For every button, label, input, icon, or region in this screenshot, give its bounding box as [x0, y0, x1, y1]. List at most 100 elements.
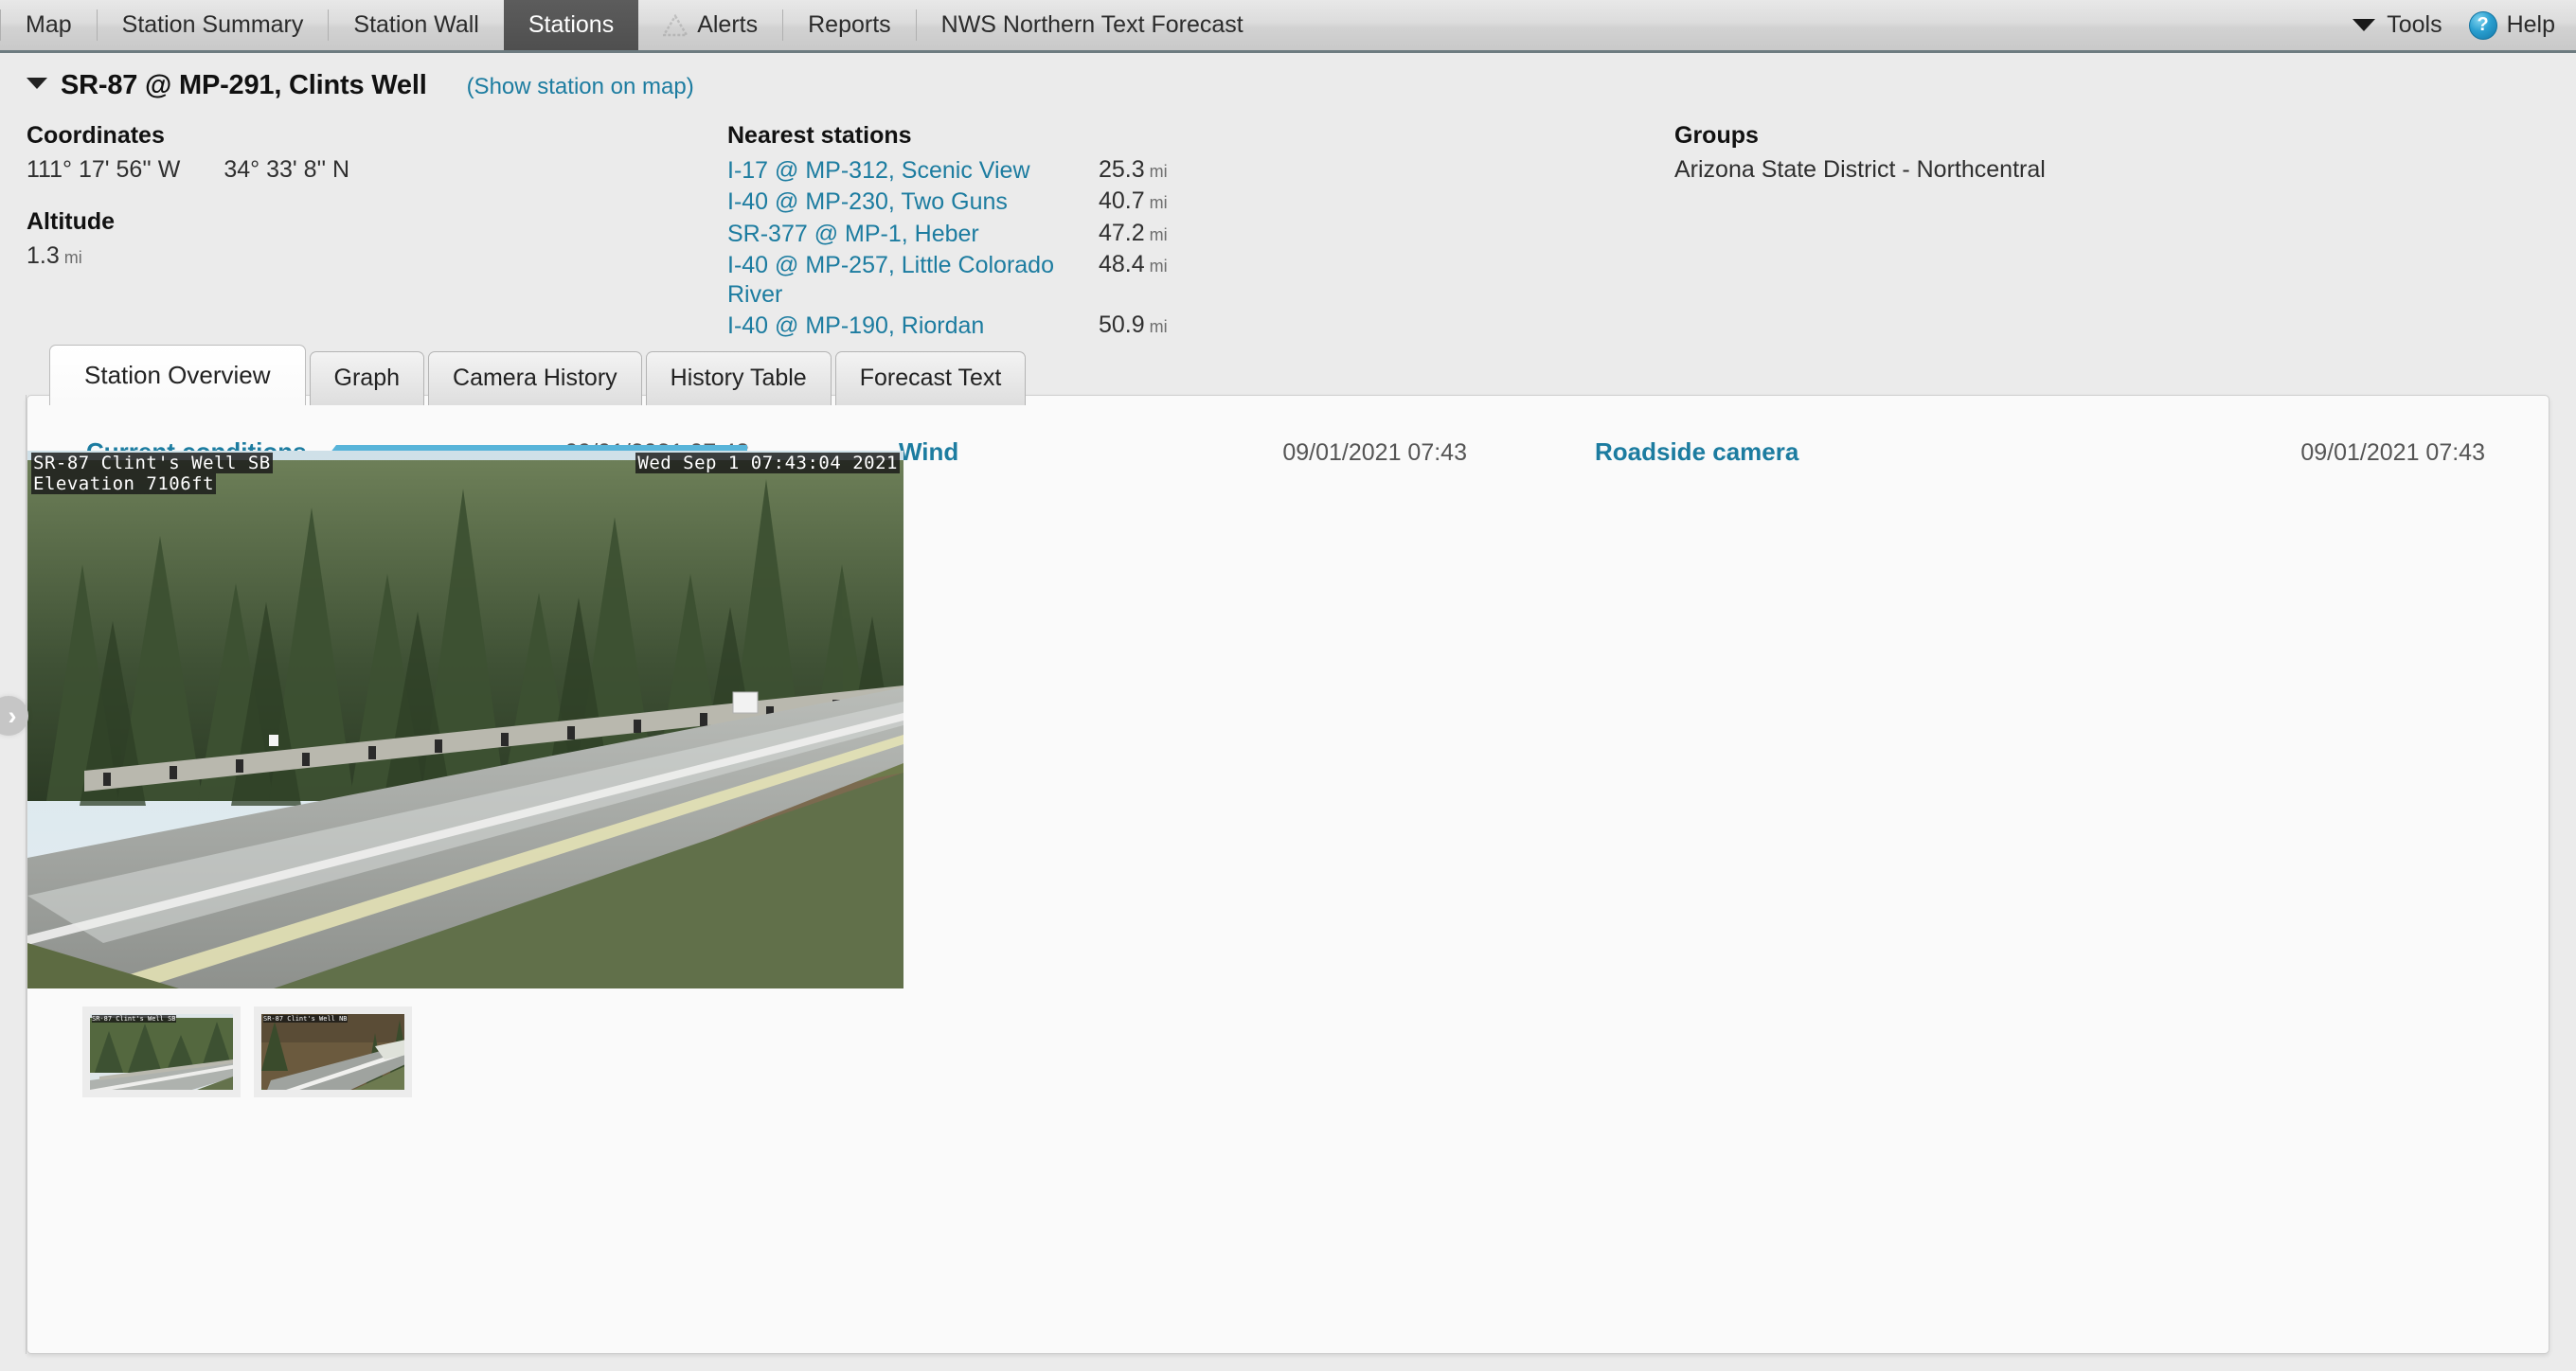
nearest-station-distance: 40.7 mi: [1087, 187, 1168, 215]
wind-title: Wind: [899, 437, 958, 467]
nav-label: Reports: [808, 11, 891, 39]
distance-unit: mi: [1150, 317, 1168, 336]
distance-unit: mi: [1150, 257, 1168, 276]
nav-item-nws-forecast[interactable]: NWS Northern Text Forecast: [917, 0, 1268, 50]
nearest-station-distance: 50.9 mi: [1087, 312, 1168, 339]
altitude-label: Altitude: [27, 208, 727, 236]
camera-overlay-timestamp: Wed Sep 1 07:43:04 2021: [635, 453, 900, 473]
groups-label: Groups: [1674, 122, 2046, 150]
chevron-down-icon: [2352, 19, 2375, 31]
latitude-value: 34° 33' 8'' N: [224, 156, 349, 184]
groups-column: Groups Arizona State District - Northcen…: [1674, 122, 2046, 344]
distance-value: 47.2: [1099, 220, 1145, 246]
nearest-station-link[interactable]: I-40 @ MP-230, Two Guns: [727, 187, 1087, 217]
longitude-value: 111° 17' 56'' W: [27, 156, 180, 184]
tab-label: Graph: [334, 365, 400, 391]
camera-scene: [27, 451, 903, 988]
camera-image[interactable]: SR-87 Clint's Well SB Elevation 7106ft W…: [27, 451, 903, 988]
wind-section: Wind 09/01/2021 07:43: [899, 437, 1486, 467]
altitude-value: 1.3: [27, 242, 60, 269]
topbar-right-group: Tools ? Help: [2328, 0, 2576, 50]
nearest-station-row: I-40 @ MP-190, Riordan 50.9 mi: [727, 312, 1674, 341]
distance-unit: mi: [1150, 225, 1168, 244]
distance-unit: mi: [1150, 193, 1168, 212]
nearest-station-link[interactable]: SR-377 @ MP-1, Heber: [727, 220, 1087, 249]
tools-menu-button[interactable]: Tools: [2328, 11, 2455, 39]
distance-unit: mi: [1150, 162, 1168, 181]
nearest-station-row: I-17 @ MP-312, Scenic View 25.3 mi: [727, 156, 1674, 186]
wind-header: Wind 09/01/2021 07:43: [899, 437, 1467, 467]
nearest-station-link[interactable]: I-40 @ MP-190, Riordan: [727, 312, 1087, 341]
roadside-camera-section: Roadside camera 09/01/2021 07:43: [1595, 437, 2485, 467]
nav-label: Station Summary: [122, 11, 304, 39]
nav-item-station-wall[interactable]: Station Wall: [329, 0, 503, 50]
station-tab-bar: Station Overview Graph Camera History Hi…: [49, 345, 1029, 405]
nav-label: Alerts: [697, 11, 758, 39]
thumbnail-overlay-text: SR-87 Clint's Well SB: [92, 1015, 176, 1023]
station-title-row: SR-87 @ MP-291, Clints Well (Show statio…: [0, 53, 2576, 101]
camera-thumbnail-strip: SR-87 Clint's Well SB SR-87 Clint's Well…: [82, 1006, 412, 1097]
tab-label: Camera History: [453, 365, 617, 391]
nearest-station-link[interactable]: I-40 @ MP-257, Little Colorado River: [727, 251, 1087, 311]
nearest-stations-label: Nearest stations: [727, 122, 1674, 150]
tab-graph[interactable]: Graph: [310, 351, 424, 405]
tab-station-overview[interactable]: Station Overview: [49, 345, 306, 405]
nearest-station-distance: 48.4 mi: [1087, 251, 1168, 278]
warning-triangle-icon: [663, 14, 688, 37]
tab-history-table[interactable]: History Table: [646, 351, 832, 405]
tools-label: Tools: [2387, 11, 2442, 39]
nearest-station-distance: 47.2 mi: [1087, 220, 1168, 247]
nav-label: Station Wall: [353, 11, 478, 39]
coordinates-label: Coordinates: [27, 122, 727, 150]
sidebar-expand-handle[interactable]: ›: [0, 696, 28, 736]
nearest-stations-column: Nearest stations I-17 @ MP-312, Scenic V…: [727, 122, 1674, 344]
coordinates-column: Coordinates 111° 17' 56'' W 34° 33' 8'' …: [27, 122, 727, 344]
chevron-right-icon: ›: [9, 703, 17, 729]
collapse-triangle-icon[interactable]: [27, 78, 47, 89]
thumbnail-overlay-text: SR-87 Clint's Well NB: [263, 1015, 348, 1023]
help-label: Help: [2507, 11, 2555, 39]
top-navigation-bar: Map Station Summary Station Wall Station…: [0, 0, 2576, 53]
show-station-on-map-link[interactable]: (Show station on map): [467, 74, 694, 100]
page-title: SR-87 @ MP-291, Clints Well: [61, 70, 427, 101]
help-glyph: ?: [2477, 14, 2488, 36]
station-info-columns: Coordinates 111° 17' 56'' W 34° 33' 8'' …: [0, 101, 2576, 344]
nearest-station-row: SR-377 @ MP-1, Heber 47.2 mi: [727, 220, 1674, 249]
tab-label: Forecast Text: [860, 365, 1002, 391]
nearest-station-link[interactable]: I-17 @ MP-312, Scenic View: [727, 156, 1087, 186]
nav-item-reports[interactable]: Reports: [783, 0, 916, 50]
camera-overlay-line1: SR-87 Clint's Well SB: [31, 453, 273, 473]
nav-item-map[interactable]: Map: [1, 0, 97, 50]
distance-value: 40.7: [1099, 187, 1145, 214]
station-header: SR-87 @ MP-291, Clints Well (Show statio…: [0, 53, 2576, 344]
nav-item-station-summary[interactable]: Station Summary: [98, 0, 329, 50]
nearest-station-distance: 25.3 mi: [1087, 156, 1168, 184]
panel-left-divider: [26, 395, 27, 1354]
help-icon: ?: [2469, 11, 2497, 40]
camera-thumbnail[interactable]: SR-87 Clint's Well SB: [82, 1006, 241, 1097]
camera-overlay-line2: Elevation 7106ft: [31, 473, 216, 494]
tab-label: Station Overview: [84, 361, 271, 389]
camera-header: Roadside camera 09/01/2021 07:43: [1595, 437, 2485, 467]
wind-timestamp: 09/01/2021 07:43: [1282, 439, 1467, 467]
tab-forecast-text[interactable]: Forecast Text: [835, 351, 1027, 405]
station-overview-panel: Current conditions 09/01/2021 07:43 AirT…: [27, 395, 2549, 1354]
nav-label: Stations: [528, 11, 614, 39]
camera-thumbnail[interactable]: SR-87 Clint's Well NB: [254, 1006, 412, 1097]
distance-value: 50.9: [1099, 312, 1145, 338]
groups-value: Arizona State District - Northcentral: [1674, 156, 2046, 184]
tab-camera-history[interactable]: Camera History: [428, 351, 642, 405]
altitude-unit: mi: [64, 248, 82, 267]
distance-value: 48.4: [1099, 251, 1145, 277]
nearest-station-row: I-40 @ MP-257, Little Colorado River 48.…: [727, 251, 1674, 311]
nav-item-alerts[interactable]: Alerts: [638, 0, 782, 50]
coordinates-values: 111° 17' 56'' W 34° 33' 8'' N: [27, 156, 727, 184]
nav-item-stations[interactable]: Stations: [504, 0, 638, 50]
tab-label: History Table: [671, 365, 807, 391]
nav-label: NWS Northern Text Forecast: [941, 11, 1243, 39]
help-button[interactable]: ? Help: [2456, 11, 2555, 40]
distance-value: 25.3: [1099, 156, 1145, 183]
camera-timestamp: 09/01/2021 07:43: [2300, 439, 2485, 467]
camera-title: Roadside camera: [1595, 437, 1798, 467]
nearest-station-row: I-40 @ MP-230, Two Guns 40.7 mi: [727, 187, 1674, 217]
